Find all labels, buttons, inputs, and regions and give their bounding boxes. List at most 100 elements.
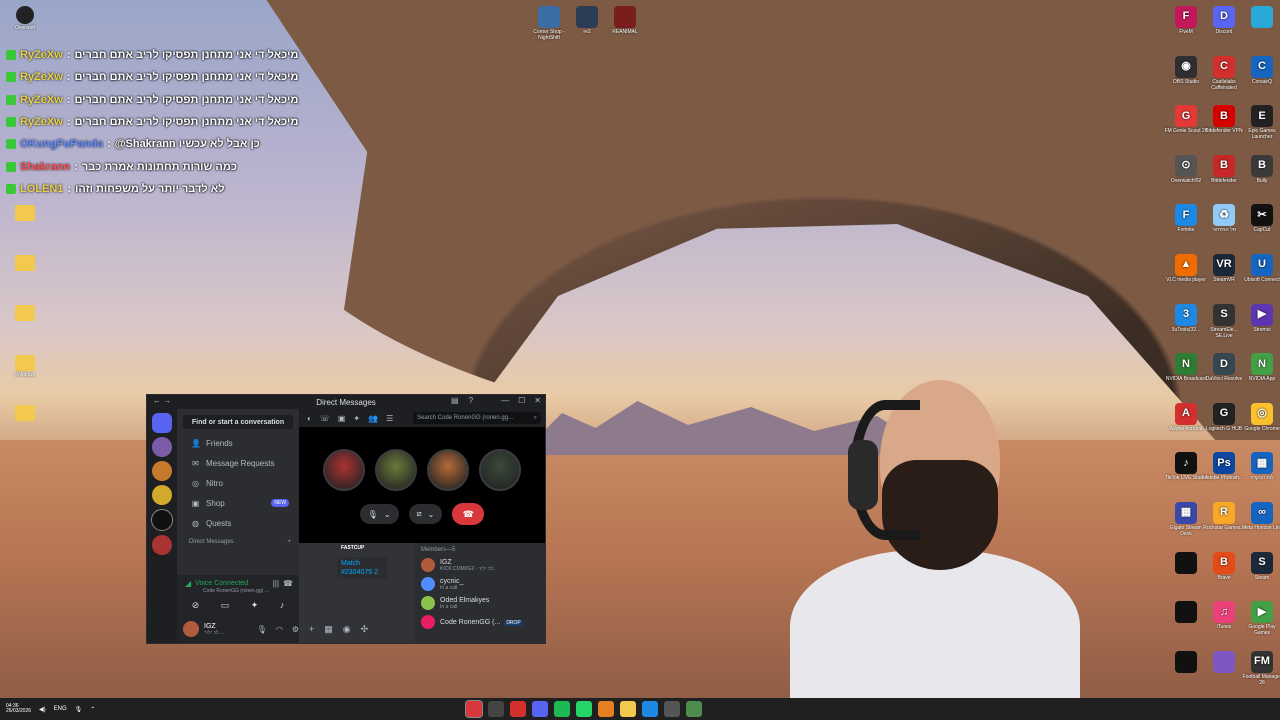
match-link[interactable]: Match #2304075 2 — [337, 557, 387, 580]
desktop-icon[interactable]: Overwolf — [8, 6, 42, 31]
member-item[interactable]: IGZ KICK.COM/IGZ ∙ לכ יליר.. — [415, 555, 545, 574]
desktop-icon[interactable] — [8, 255, 42, 272]
call-participant-avatar[interactable] — [427, 449, 469, 491]
disconnect-icon[interactable]: ☎ — [283, 579, 293, 588]
taskbar-app-icon[interactable] — [664, 701, 680, 717]
pin-icon[interactable]: ✦ — [353, 414, 360, 423]
speaker-icon[interactable]: ◀) — [39, 706, 46, 713]
app-icon: ⊙ — [1175, 154, 1197, 177]
desktop-icon[interactable]: N NVIDIA App — [1240, 353, 1280, 382]
sidebar-item-label: Friends — [206, 438, 233, 448]
server-icon[interactable] — [152, 437, 172, 457]
desktop-icon[interactable]: B Bully — [1240, 154, 1280, 184]
sticker-icon[interactable]: ◉ — [343, 624, 351, 635]
sidebar-item-message-requests[interactable]: ✉ Message Requests — [177, 453, 299, 473]
fastcup-label: FASTCUP — [341, 545, 365, 551]
sidebar-item-quests[interactable]: ◍ Quests — [177, 513, 299, 533]
taskbar-app-icon[interactable] — [620, 701, 636, 717]
member-item[interactable]: cycnic_ In a call — [415, 574, 545, 593]
language-indicator[interactable]: ENG — [54, 706, 67, 712]
discord-window[interactable]: ← → Direct Messages ▤ ? — ☐ ✕ Find or st… — [146, 394, 546, 644]
find-conversation-button[interactable]: Find or start a conversation — [183, 415, 293, 429]
message-composer[interactable]: + ▦ ◉ ✣ — [305, 621, 409, 637]
desktop-icon[interactable]: ✂ CapCut — [1240, 204, 1280, 233]
search-input[interactable]: Search Code RonenGG (ronen.gg... ⌕ — [413, 412, 541, 424]
add-friend-icon[interactable]: 👥 — [368, 414, 378, 423]
gear-icon[interactable]: ⚙ — [292, 625, 299, 634]
taskbar-app-icon[interactable] — [686, 701, 702, 717]
clock[interactable]: 04:36 26/03/2026 — [6, 703, 31, 715]
hang-up-button[interactable]: ☎ — [452, 503, 485, 525]
taskbar-app-icon[interactable] — [465, 700, 483, 718]
desktop-icon[interactable]: FM Football Manager 26 — [1240, 650, 1280, 686]
screen-share-icon[interactable]: ▭ — [221, 600, 230, 611]
members-icon[interactable]: ☰ — [386, 414, 393, 423]
call-participant-avatar[interactable] — [479, 449, 521, 491]
add-dm-icon[interactable]: + — [287, 539, 291, 545]
soundboard-icon[interactable]: ♪ — [280, 600, 285, 611]
video-icon[interactable]: ▣ — [338, 414, 346, 423]
desktop-icon[interactable]: ∞ Meta Horizon Link — [1240, 502, 1280, 531]
taskbar-app-icon[interactable] — [532, 701, 548, 717]
call-participant-avatar[interactable] — [323, 449, 365, 491]
headphones-icon[interactable]: ◠ — [276, 625, 283, 634]
desktop-icon[interactable] — [8, 405, 42, 422]
call-icon[interactable]: ☏ — [320, 414, 330, 423]
camera-toggle-button[interactable]: ⧄ ⌄ — [408, 504, 443, 524]
server-icon[interactable] — [151, 509, 173, 531]
call-participant-avatar[interactable] — [375, 449, 417, 491]
taskbar-app-icon[interactable] — [510, 701, 526, 717]
gift-icon[interactable]: ▦ — [324, 624, 333, 635]
help-icon[interactable]: ? — [469, 396, 473, 405]
desktop-icon[interactable]: E Epic Games Launcher — [1240, 105, 1280, 140]
member-item[interactable]: Oded Elmakyes In a call — [415, 593, 545, 612]
home-icon[interactable] — [152, 413, 172, 433]
mic-icon[interactable]: 🎙 — [257, 625, 267, 634]
noise-icon[interactable]: ||| — [273, 579, 279, 588]
desktop-icon[interactable]: ▶ Stremio — [1240, 303, 1280, 333]
taskbar: 04:36 26/03/2026 ◀) ENG 🎙 ⌃ — [0, 698, 1280, 720]
taskbar-app-icon[interactable] — [598, 701, 614, 717]
apps-icon[interactable]: ✣ — [361, 624, 369, 635]
minimize-button[interactable]: — — [501, 396, 509, 405]
desktop-icon[interactable] — [8, 305, 42, 322]
close-button[interactable]: ✕ — [534, 396, 541, 405]
desktop-icon[interactable]: REANIMAL — [602, 6, 648, 35]
sidebar-item-friends[interactable]: 👤 Friends — [177, 433, 299, 453]
camera-off-icon[interactable]: ⊘ — [192, 600, 200, 611]
activity-icon[interactable]: ✦ — [251, 600, 259, 611]
app-icon: N — [1175, 353, 1197, 376]
desktop-icon[interactable]: Windows — [8, 355, 42, 378]
sidebar-item-shop[interactable]: ▣ Shop NEW — [177, 493, 299, 513]
server-icon[interactable] — [152, 535, 172, 555]
taskbar-app-icon[interactable] — [488, 701, 504, 717]
app-icon: C — [1213, 55, 1235, 78]
sidebar-item-nitro[interactable]: ◎ Nitro — [177, 473, 299, 493]
maximize-button[interactable]: ☐ — [518, 396, 525, 405]
desktop-icon[interactable] — [1240, 6, 1280, 29]
mic-icon[interactable]: 🎙 — [75, 706, 83, 713]
desktop-icon[interactable]: ◎ Google Chrome — [1240, 402, 1280, 432]
avatar[interactable] — [183, 621, 199, 637]
sidebar-item-label: Quests — [206, 518, 232, 528]
desktop-icon[interactable] — [8, 205, 42, 222]
desktop-icon[interactable]: S Steam — [1240, 551, 1280, 581]
desktop-icon[interactable]: ▶ Google Play Games — [1240, 601, 1280, 636]
taskbar-app-icon[interactable] — [554, 701, 570, 717]
inbox-icon[interactable]: ▤ — [451, 396, 459, 405]
member-item[interactable]: Code RonenGG (... DROP — [415, 612, 545, 631]
desktop-icon[interactable]: C CorsairQ — [1240, 55, 1280, 85]
chat-username: RyZeXw — [20, 93, 63, 106]
back-forward-icon[interactable]: ← → — [153, 396, 171, 405]
plus-icon[interactable]: + — [309, 624, 314, 634]
taskbar-app-icon[interactable] — [642, 701, 658, 717]
chevron-up-icon[interactable]: ⌃ — [90, 706, 95, 713]
server-icon[interactable] — [152, 461, 172, 481]
mic-toggle-button[interactable]: 🎙 ⌄ — [359, 504, 399, 524]
app-icon — [1175, 551, 1197, 574]
desktop-icon[interactable]: U Ubisoft Connect — [1240, 254, 1280, 283]
taskbar-app-icon[interactable] — [576, 701, 592, 717]
desktop-icon[interactable]: ▦ לוח הבקרה — [1240, 452, 1280, 481]
group-icon[interactable]: ◐ — [307, 414, 312, 423]
server-icon[interactable] — [152, 485, 172, 505]
